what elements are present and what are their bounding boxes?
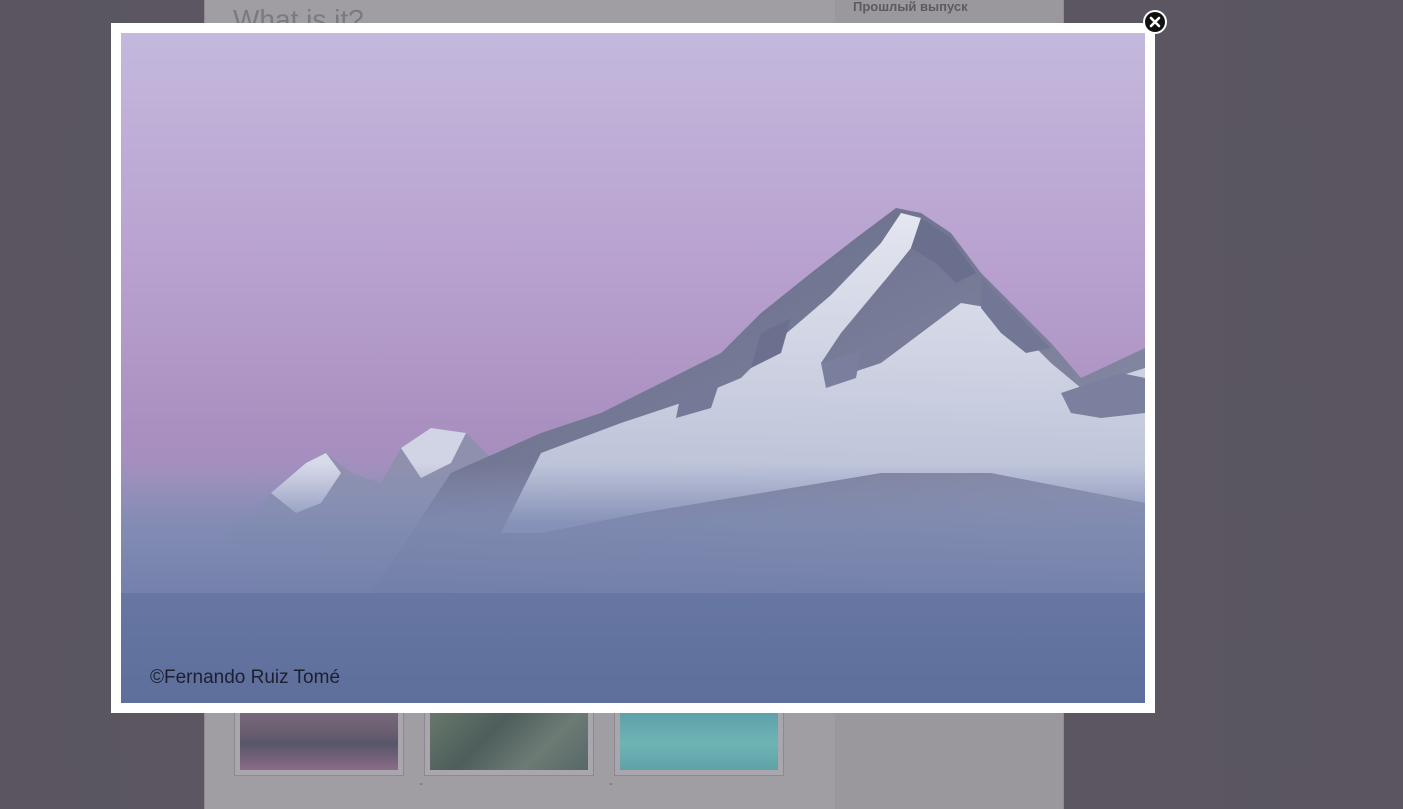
lightbox-frame: ©Fernando Ruiz Tomé xyxy=(111,23,1155,713)
thumbnail-image xyxy=(430,705,588,770)
gallery-thumbnail[interactable] xyxy=(614,704,784,776)
sidebar-heading: Прошлый выпуск xyxy=(853,0,968,14)
lightbox-photo: ©Fernando Ruiz Tomé xyxy=(121,33,1145,703)
thumbnail-caption: - xyxy=(419,776,423,790)
close-icon xyxy=(1143,10,1167,34)
thumbnail-image xyxy=(620,705,778,770)
close-button[interactable] xyxy=(1142,9,1168,35)
thumbnail-image xyxy=(240,705,398,770)
mountain-photo-image xyxy=(121,33,1145,703)
gallery-thumbnail[interactable] xyxy=(234,704,404,776)
photo-credit: ©Fernando Ruiz Tomé xyxy=(150,667,341,688)
gallery-thumbnail[interactable] xyxy=(424,704,594,776)
thumbnail-caption: - xyxy=(609,776,613,790)
